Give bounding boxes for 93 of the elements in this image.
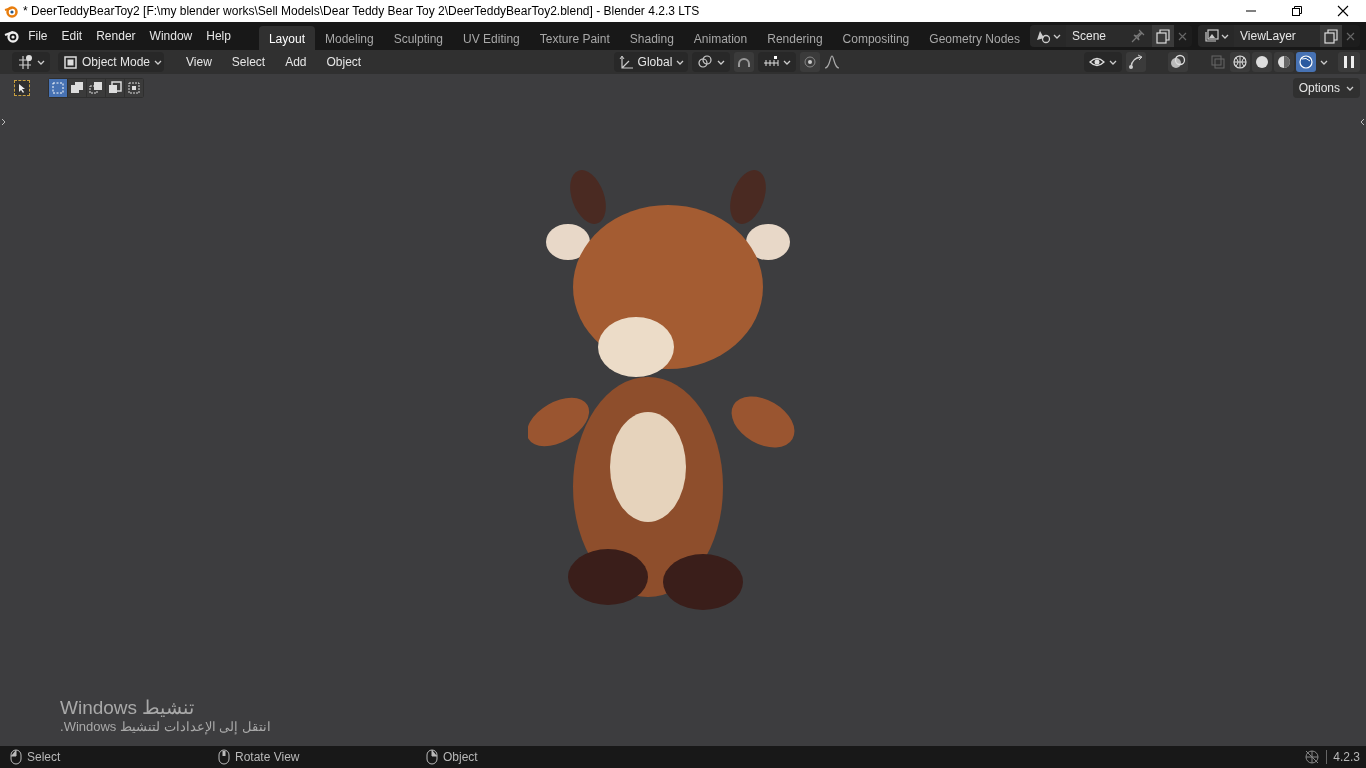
caret-icon (37, 59, 45, 65)
menu-item[interactable]: Render (89, 29, 143, 43)
invert-squares-icon (108, 81, 122, 95)
duplicate-icon (1155, 28, 1171, 44)
subtract-squares-icon (89, 81, 103, 95)
shading-mode-button[interactable] (1252, 52, 1272, 72)
menu-item[interactable]: View (178, 55, 220, 69)
select-mode-button[interactable] (125, 79, 143, 97)
caret-icon (1346, 85, 1354, 91)
snap-toggle[interactable] (733, 52, 754, 72)
status-hint: Select (27, 750, 61, 764)
menu-item[interactable]: Edit (54, 29, 90, 43)
window-title: * DeerTeddyBearToy2 [F:\my blender works\Sell Models\Dear Teddy Bear Toy 2\DeerTeddyBearToy2.blend] - Blender 4.2.3 LTS (23, 4, 700, 18)
scene-name-field[interactable]: Scene (1066, 25, 1152, 47)
image-stack-icon (1203, 28, 1219, 44)
gizmo-icon (1128, 54, 1144, 70)
version-label: 4.2.3 (1326, 750, 1360, 764)
workspace-tab[interactable]: Rendering (757, 26, 833, 50)
workspace-tab[interactable]: UV Editing (453, 26, 530, 50)
shading-mode-button[interactable] (1296, 52, 1316, 72)
status-hint: Object (443, 750, 478, 764)
shading-mode-button[interactable] (1274, 52, 1294, 72)
intersect-squares-icon (127, 81, 141, 95)
caret-icon (1221, 33, 1229, 39)
options-dropdown[interactable]: Options (1292, 78, 1360, 98)
select-mode-button[interactable] (106, 79, 124, 97)
editor-type-selector[interactable] (12, 52, 50, 72)
activation-message: انتقل إلى الإعدادات لتنشيط Windows. (60, 719, 271, 734)
overlay-toggle[interactable] (1168, 52, 1188, 72)
caret-icon (676, 59, 685, 65)
gizmo-toggle[interactable] (1126, 52, 1146, 72)
blender-logo-icon (4, 4, 18, 18)
pause-button[interactable] (1338, 52, 1360, 72)
snap-target-dropdown[interactable] (757, 52, 796, 72)
caret-icon (1053, 33, 1061, 39)
mouse-icon (218, 749, 230, 765)
dot-circle-icon (801, 54, 818, 70)
workspace-tab[interactable]: Modeling (314, 26, 384, 50)
tool-button[interactable] (14, 80, 30, 96)
workspace-tab[interactable]: Animation (683, 26, 758, 50)
caret-icon (1109, 59, 1117, 65)
solid-sphere-icon (1254, 54, 1270, 70)
shading-mode-button[interactable] (1230, 52, 1250, 72)
view-layer-field[interactable]: ViewLayer (1234, 25, 1320, 47)
view-layer-selector[interactable] (1198, 25, 1234, 47)
object-mode-icon (63, 54, 78, 70)
menu-item[interactable]: Object (318, 55, 370, 69)
orientation-dropdown[interactable]: Global (613, 52, 688, 72)
pivot-dropdown[interactable] (691, 52, 730, 72)
transform-axes-icon (618, 54, 634, 70)
menu-item[interactable]: File (21, 29, 55, 43)
dashed-square-icon (51, 81, 65, 95)
select-mode-button[interactable] (68, 79, 86, 97)
workspace-tab[interactable]: Compositing (832, 26, 920, 50)
caret-icon (716, 59, 725, 65)
select-mode-button[interactable] (87, 79, 105, 97)
caret-icon (1320, 59, 1328, 65)
axes-icon (17, 54, 33, 70)
restore-icon[interactable] (1291, 5, 1303, 17)
overlay-icon (1170, 54, 1186, 70)
blender-logo-icon[interactable] (4, 28, 20, 44)
workspace-tab[interactable]: Texture Paint (529, 26, 620, 50)
falloff-curve-icon[interactable] (823, 54, 840, 70)
pause-icon (1341, 54, 1357, 70)
close-icon[interactable] (1337, 5, 1349, 17)
proportional-edit-toggle[interactable] (799, 52, 820, 72)
scene-selector[interactable] (1030, 25, 1066, 47)
wireframe-sphere-icon (1232, 54, 1248, 70)
half-shaded-sphere-icon (1276, 54, 1292, 70)
menu-item[interactable]: Select (223, 55, 274, 69)
activation-title: تنشيط Windows (60, 696, 195, 719)
network-off-icon[interactable] (1304, 749, 1321, 765)
mouse-icon (426, 749, 438, 765)
overlap-squares-icon (70, 81, 84, 95)
status-hint: Rotate View (235, 750, 300, 764)
pivot-icon (696, 54, 713, 70)
duplicate-icon (1323, 28, 1339, 44)
workspace-tab[interactable]: Geometry Nodes (919, 26, 1030, 50)
visibility-dropdown[interactable] (1084, 52, 1122, 72)
caret-icon (782, 59, 791, 65)
workspace-tab[interactable]: Sculpting (383, 26, 454, 50)
caret-icon (154, 59, 163, 65)
mouse-icon (10, 749, 22, 765)
render-sphere-icon (1298, 54, 1314, 70)
workspace-tab[interactable]: Layout (258, 26, 315, 50)
menu-item[interactable]: Help (199, 29, 238, 43)
workspace-tab[interactable]: Shading (619, 26, 684, 50)
new-button[interactable] (1152, 25, 1174, 47)
mode-dropdown[interactable]: Object Mode (58, 52, 164, 72)
menu-item[interactable]: Window (142, 29, 200, 43)
new-button[interactable] (1320, 25, 1342, 47)
pin-icon (1130, 28, 1146, 44)
menu-item[interactable]: Add (277, 55, 315, 69)
